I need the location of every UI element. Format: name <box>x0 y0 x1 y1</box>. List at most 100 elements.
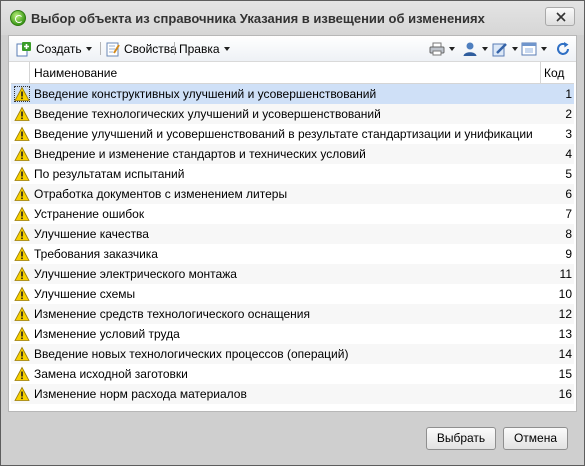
row-name: Изменение норм расхода материалов <box>34 387 247 401</box>
close-button[interactable] <box>545 7 575 26</box>
toolbar: Создать Свойства Правка <box>9 36 576 62</box>
table-row[interactable]: Изменение средств технологического оснащ… <box>11 304 574 324</box>
warning-icon <box>14 326 30 341</box>
warning-icon <box>14 186 30 201</box>
row-code: 12 <box>558 307 572 321</box>
warning-icon <box>14 306 30 321</box>
create-button[interactable]: Создать <box>16 40 92 57</box>
row-name: Замена исходной заготовки <box>34 367 188 381</box>
app-refresh-icon <box>10 10 26 26</box>
edit-menu-button[interactable]: Правка <box>179 40 230 57</box>
warning-icon <box>14 206 30 221</box>
table-row[interactable]: Улучшение качества 8 <box>11 224 574 244</box>
view-button[interactable] <box>521 40 547 57</box>
warning-icon <box>14 106 30 121</box>
row-code: 5 <box>565 167 572 181</box>
row-name: Отработка документов с изменением литеры <box>34 187 288 201</box>
toolbar-separator <box>100 42 101 55</box>
warning-icon <box>14 366 30 381</box>
row-name: Внедрение и изменение стандартов и техни… <box>34 147 366 161</box>
row-code: 15 <box>558 367 572 381</box>
toolbar-separator <box>174 42 175 55</box>
cancel-button[interactable]: Отмена <box>503 427 568 450</box>
row-code: 13 <box>558 327 572 341</box>
row-name: Устранение ошибок <box>34 207 145 221</box>
row-name: Изменение средств технологического оснащ… <box>34 307 310 321</box>
row-code: 3 <box>565 127 572 141</box>
grid-rows: Введение конструктивных улучшений и усов… <box>11 84 574 404</box>
print-button[interactable] <box>429 40 455 57</box>
row-code: 4 <box>565 147 572 161</box>
window-title: Выбор объекта из справочника Указания в … <box>31 11 485 26</box>
table-row[interactable]: Внедрение и изменение стандартов и техни… <box>11 144 574 164</box>
row-name: Изменение условий труда <box>34 327 180 341</box>
table-row[interactable]: Введение новых технологических процессов… <box>11 344 574 364</box>
warning-icon <box>14 266 30 281</box>
row-name: Улучшение схемы <box>34 287 136 301</box>
row-code: 2 <box>565 107 572 121</box>
warning-icon <box>14 286 30 301</box>
row-name: Улучшение качества <box>34 227 149 241</box>
row-code: 10 <box>558 287 572 301</box>
table-row[interactable]: Изменение условий труда 13 <box>11 324 574 344</box>
table-row[interactable]: Введение улучшений и усовершенствований … <box>11 124 574 144</box>
row-code: 14 <box>558 347 572 361</box>
select-button[interactable]: Выбрать <box>426 427 496 450</box>
row-name: Введение улучшений и усовершенствований … <box>34 127 533 141</box>
table-row[interactable]: Улучшение электрического монтажа 11 <box>11 264 574 284</box>
row-code: 11 <box>559 267 572 281</box>
chevron-down-icon <box>512 46 518 51</box>
create-label: Создать <box>36 41 82 56</box>
table-row[interactable]: Введение конструктивных улучшений и усов… <box>11 84 574 104</box>
grid-header: Наименование Код <box>11 62 574 84</box>
row-name: По результатам испытаний <box>34 167 185 181</box>
warning-icon <box>14 86 30 102</box>
chevron-down-icon <box>449 46 455 51</box>
warning-icon <box>14 146 30 161</box>
row-code: 8 <box>565 227 572 241</box>
user-icon <box>463 42 477 56</box>
table-row[interactable]: Замена исходной заготовки 15 <box>11 364 574 384</box>
warning-icon <box>14 246 30 261</box>
row-name: Введение новых технологических процессов… <box>34 347 349 361</box>
table-row[interactable]: Устранение ошибок 7 <box>11 204 574 224</box>
chevron-down-icon <box>85 46 92 51</box>
table-row[interactable]: Улучшение схемы 10 <box>11 284 574 304</box>
row-name: Требования заказчика <box>34 247 158 261</box>
table-row[interactable]: Отработка документов с изменением литеры… <box>11 184 574 204</box>
row-name: Введение конструктивных улучшений и усов… <box>34 87 377 101</box>
refresh-icon <box>557 41 569 55</box>
properties-button[interactable]: Свойства <box>105 40 177 57</box>
user-button[interactable] <box>462 40 488 57</box>
warning-icon <box>14 386 30 401</box>
column-header-code[interactable]: Код <box>544 66 564 80</box>
table-row[interactable]: Требования заказчика 9 <box>11 244 574 264</box>
printer-icon <box>429 42 445 55</box>
title-bar[interactable]: Выбор объекта из справочника Указания в … <box>1 1 584 35</box>
content-panel: Создать Свойства Правка Наименование Код… <box>8 35 577 412</box>
row-name: Введение технологических улучшений и усо… <box>34 107 381 121</box>
table-row[interactable]: Введение технологических улучшений и усо… <box>11 104 574 124</box>
row-code: 7 <box>565 207 572 221</box>
select-column-header <box>11 62 30 83</box>
row-code: 1 <box>565 87 572 101</box>
refresh-button[interactable] <box>555 40 571 57</box>
row-code: 6 <box>565 187 572 201</box>
close-icon <box>556 12 566 22</box>
warning-icon <box>14 346 30 361</box>
properties-icon <box>106 42 120 56</box>
edit-document-button[interactable] <box>492 40 518 57</box>
column-header-name[interactable]: Наименование <box>34 66 117 80</box>
warning-icon <box>14 126 30 141</box>
edit-document-icon <box>492 42 507 56</box>
edit-label: Правка <box>179 41 220 56</box>
warning-icon <box>14 166 30 181</box>
create-icon <box>16 41 31 56</box>
table-row[interactable]: По результатам испытаний 5 <box>11 164 574 184</box>
table-row[interactable]: Изменение норм расхода материалов 16 <box>11 384 574 404</box>
row-code: 16 <box>558 387 572 401</box>
dialog-window: Выбор объекта из справочника Указания в … <box>0 0 585 466</box>
properties-label: Свойства <box>124 41 177 56</box>
warning-icon <box>14 226 30 241</box>
row-code: 9 <box>565 247 572 261</box>
